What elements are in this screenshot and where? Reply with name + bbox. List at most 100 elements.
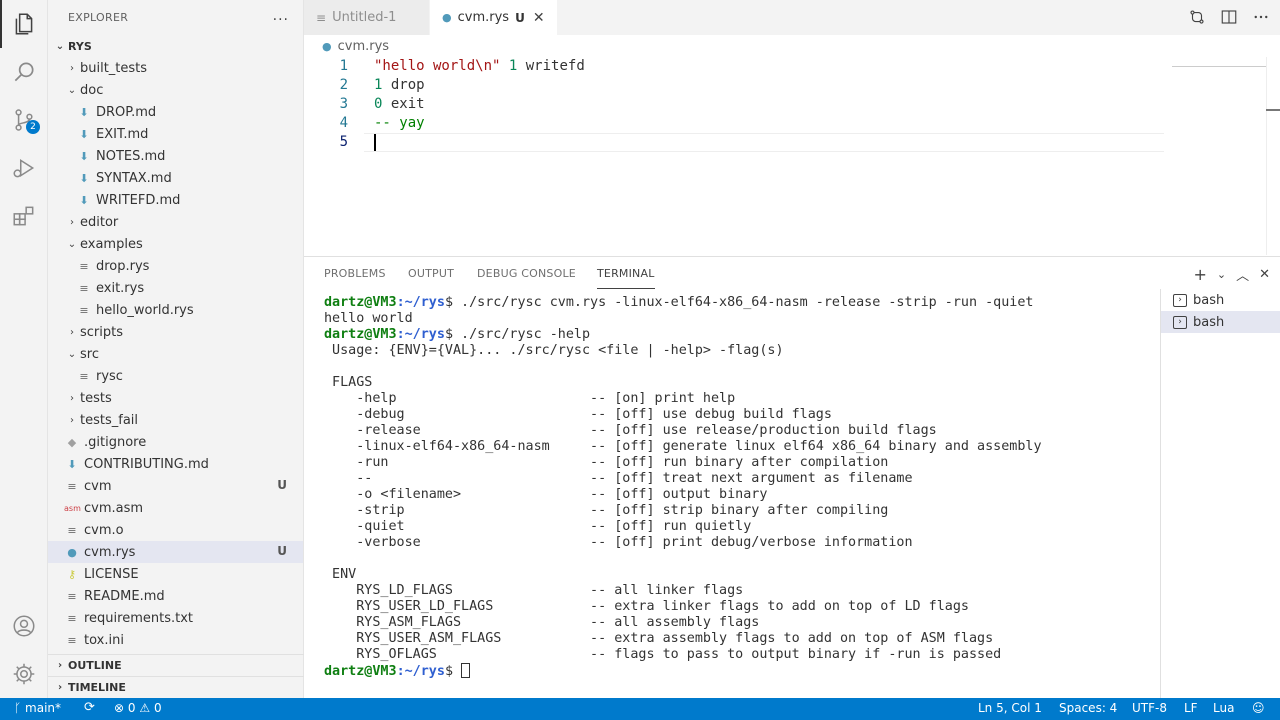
code-line: 5 [304, 133, 1164, 152]
markdown-icon: ⬇ [79, 193, 89, 207]
source-control-icon[interactable]: 2 [0, 96, 48, 144]
branch-item[interactable]: ᚴ main* [14, 701, 61, 715]
tree-item-label: examples [80, 236, 143, 252]
file-item[interactable]: ⬇ SYNTAX.md [48, 167, 303, 189]
file-item[interactable]: ≡ hello_world.rys [48, 299, 303, 321]
split-editor-icon[interactable] [1220, 8, 1238, 26]
tab-debug-console[interactable]: DEBUG CONSOLE [477, 267, 576, 280]
file-item[interactable]: ⬇ NOTES.md [48, 145, 303, 167]
code-token: exit [382, 96, 425, 112]
tree-item-label: drop.rys [96, 258, 150, 274]
extensions-icon[interactable] [0, 192, 48, 240]
markdown-icon: ⬇ [79, 171, 89, 185]
encoding[interactable]: UTF-8 [1132, 701, 1167, 715]
tree-item-label: LICENSE [84, 566, 139, 582]
file-item[interactable]: ≡ rysc [48, 365, 303, 387]
line-number: 2 [339, 77, 348, 93]
file-item[interactable]: ≡ exit.rys [48, 277, 303, 299]
indentation[interactable]: Spaces: 4 [1059, 701, 1117, 715]
tab-cvm-rys[interactable]: ● cvm.rys U ✕ [430, 0, 558, 35]
code-editor[interactable]: 1 "hello world\n" 1 writefd 2 1 drop 3 0 exit… [304, 57, 1280, 255]
settings-gear-icon[interactable] [0, 650, 48, 698]
file-icon: ≡ [79, 369, 89, 383]
timeline-section[interactable]: › TIMELINE [48, 676, 304, 698]
folder-item[interactable]: › tests [48, 387, 303, 409]
folder-item[interactable]: › scripts [48, 321, 303, 343]
folder-item[interactable]: › tests_fail [48, 409, 303, 431]
terminal-instance[interactable]: › bash [1161, 311, 1280, 333]
cursor-position[interactable]: Ln 5, Col 1 [978, 701, 1042, 715]
sync-icon[interactable]: ⟳ [84, 700, 95, 715]
workspace-root[interactable]: ⌄ RYS [48, 35, 303, 57]
feedback-icon[interactable]: ☺ [1252, 701, 1265, 715]
code-text: 1 drop [374, 76, 425, 95]
editor-scrollbar[interactable] [1266, 57, 1280, 255]
file-item[interactable]: ≡ cvm.o [48, 519, 303, 541]
file-icon: ≡ [79, 259, 89, 273]
new-terminal-icon[interactable]: + [1193, 265, 1206, 284]
tab-output[interactable]: OUTPUT [408, 267, 454, 280]
terminal-dropdown-icon[interactable]: ⌄ [1217, 268, 1226, 281]
terminal-output[interactable]: dartz@VM3:~/rys$ ./src/rysc cvm.rys -lin… [324, 295, 1164, 679]
tree-item-label: README.md [84, 588, 165, 604]
tree-item-label: scripts [80, 324, 123, 340]
more-icon[interactable] [1252, 8, 1270, 26]
open-changes-icon[interactable] [1188, 8, 1206, 26]
file-item[interactable]: ⚷ LICENSE [48, 563, 303, 585]
line-ending[interactable]: LF [1184, 701, 1198, 715]
folder-item[interactable]: ⌄ src [48, 343, 303, 365]
file-item[interactable]: ≡ drop.rys [48, 255, 303, 277]
chevron-right-icon: › [70, 62, 74, 74]
file-item[interactable]: ⬇ CONTRIBUTING.md [48, 453, 303, 475]
terminal-text: -o <filename> -- [off] output binary [324, 487, 768, 502]
file-item[interactable]: asm cvm.asm [48, 497, 303, 519]
tab-terminal[interactable]: TERMINAL [597, 267, 655, 289]
file-item[interactable]: ⬇ EXIT.md [48, 123, 303, 145]
file-item[interactable]: ◆ .gitignore [48, 431, 303, 453]
accounts-icon[interactable] [0, 602, 48, 650]
file-icon: ≡ [67, 633, 77, 647]
license-icon: ⚷ [67, 567, 77, 581]
line-number: 5 [339, 134, 348, 150]
file-item[interactable]: ⬇ WRITEFD.md [48, 189, 303, 211]
prompt-command: $ [444, 664, 462, 679]
terminal-icon: › [1173, 293, 1187, 307]
tree-item-label: tox.ini [84, 632, 124, 648]
close-icon[interactable]: ✕ [533, 10, 545, 26]
folder-item[interactable]: › built_tests [48, 57, 303, 79]
folder-item[interactable]: ⌄ examples [48, 233, 303, 255]
tree-item-label: WRITEFD.md [96, 192, 181, 208]
file-item[interactable]: ⬇ DROP.md [48, 101, 303, 123]
problems-item[interactable]: ⊗ 0 ⚠ 0 [114, 701, 162, 715]
file-item[interactable]: ≡ requirements.txt [48, 607, 303, 629]
folder-item[interactable]: › editor [48, 211, 303, 233]
tree-item-label: NOTES.md [96, 148, 166, 164]
breadcrumb[interactable]: ● cvm.rys [304, 35, 1280, 57]
terminal-instance[interactable]: › bash [1161, 289, 1280, 311]
editor-tabs: ≡ Untitled-1 ● cvm.rys U ✕ [304, 0, 1280, 35]
file-item[interactable]: ● cvm.rys U [48, 541, 303, 563]
language-mode[interactable]: Lua [1213, 701, 1234, 715]
run-debug-icon[interactable] [0, 144, 48, 192]
file-item[interactable]: ≡ README.md [48, 585, 303, 607]
breadcrumb-file[interactable]: cvm.rys [338, 39, 389, 54]
file-item[interactable]: ≡ tox.ini [48, 629, 303, 651]
minimap[interactable] [1172, 57, 1266, 67]
more-actions-icon[interactable]: ... [273, 8, 289, 24]
markdown-icon: ⬇ [79, 105, 89, 119]
untracked-badge: U [277, 478, 287, 492]
text-caret [374, 134, 376, 151]
tree-item-label: editor [80, 214, 119, 230]
outline-section[interactable]: › OUTLINE [48, 654, 304, 676]
tree-item-label: EXIT.md [96, 126, 149, 142]
folder-item[interactable]: ⌄ doc [48, 79, 303, 101]
explorer-icon[interactable] [0, 0, 48, 48]
maximize-panel-icon[interactable]: ︿ [1236, 265, 1249, 284]
tab-problems[interactable]: PROBLEMS [324, 267, 386, 280]
file-item[interactable]: ≡ cvm U [48, 475, 303, 497]
search-icon[interactable] [0, 48, 48, 96]
tab-untitled-1[interactable]: ≡ Untitled-1 [304, 0, 430, 35]
file-tree: › built_tests ⌄ doc ⬇ DROP.md ⬇ EXIT.md ⬇ NOTES.m… [48, 57, 303, 651]
close-panel-icon[interactable]: ✕ [1259, 267, 1270, 282]
